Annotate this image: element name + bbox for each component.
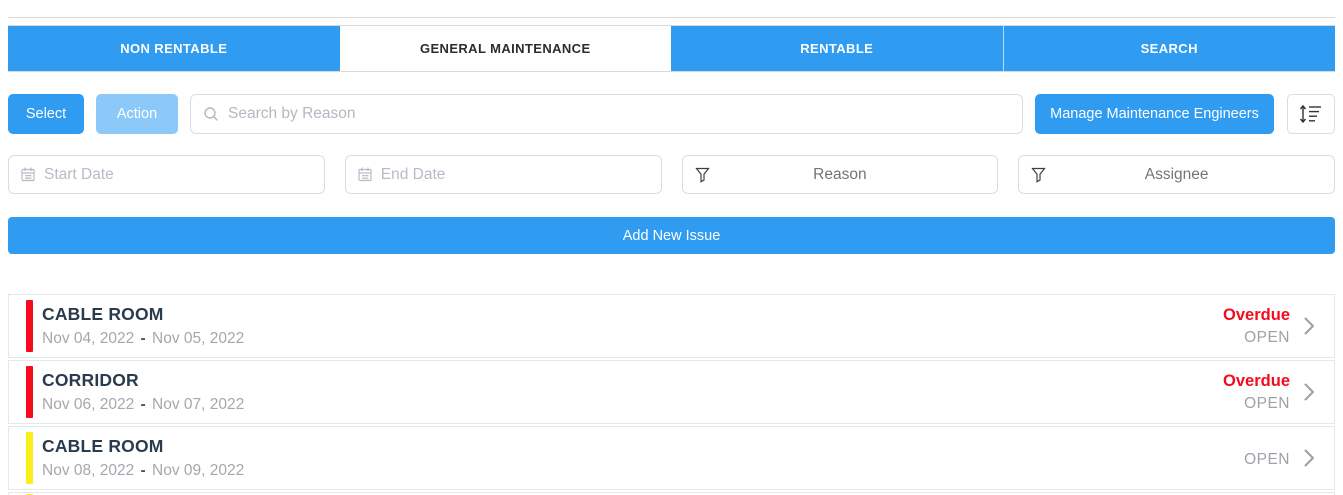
issue-dates: Nov 04, 2022 - Nov 05, 2022 [42, 330, 1223, 348]
assignee-filter[interactable]: Assignee [1018, 155, 1335, 194]
top-divider [8, 17, 1335, 18]
toolbar: Select Action Manage Maintenance Enginee… [8, 94, 1335, 134]
issue-end-date: Nov 07, 2022 [152, 396, 244, 413]
assignee-filter-label: Assignee [1019, 166, 1334, 184]
tab-non-rentable[interactable]: NON RENTABLE [8, 26, 340, 71]
maintenance-page: NON RENTABLE GENERAL MAINTENANCE RENTABL… [0, 17, 1343, 495]
priority-marker [26, 300, 33, 352]
priority-marker [26, 366, 33, 418]
issue-row[interactable]: CORRIDOR Nov 06, 2022 - Nov 07, 2022 Ove… [8, 360, 1335, 424]
issue-status: Overdue OPEN [1223, 361, 1290, 423]
issue-main: CABLE ROOM Nov 04, 2022 - Nov 05, 2022 [42, 295, 1223, 357]
chevron-right-icon[interactable] [1304, 295, 1320, 357]
issue-status: OPEN [1244, 427, 1290, 489]
issue-title: CORRIDOR [42, 370, 1223, 391]
reason-filter[interactable]: Reason [682, 155, 999, 194]
date-separator: - [139, 396, 148, 413]
tab-rentable[interactable]: RENTABLE [671, 26, 1003, 71]
search-box[interactable] [190, 94, 1023, 134]
sort-lines-icon [1299, 103, 1323, 125]
select-button[interactable]: Select [8, 94, 84, 134]
issue-dates: Nov 06, 2022 - Nov 07, 2022 [42, 396, 1223, 414]
sort-button[interactable] [1287, 94, 1335, 134]
start-date-placeholder: Start Date [44, 166, 114, 184]
add-new-issue-button[interactable]: Add New Issue [8, 217, 1335, 254]
issue-row[interactable]: CABLE ROOM Nov 04, 2022 - Nov 05, 2022 O… [8, 294, 1335, 358]
issue-start-date: Nov 04, 2022 [42, 330, 134, 347]
issue-end-date: Nov 09, 2022 [152, 462, 244, 479]
search-input[interactable] [228, 105, 1010, 123]
priority-marker [26, 432, 33, 484]
filter-funnel-icon [1031, 167, 1046, 183]
issue-start-date: Nov 06, 2022 [42, 396, 134, 413]
filter-row: Start Date End Date Reason [8, 155, 1335, 194]
status-badge: OPEN [1244, 451, 1290, 469]
filter-funnel-icon [695, 167, 710, 183]
overdue-label: Overdue [1223, 372, 1290, 391]
issue-main: CORRIDOR Nov 06, 2022 - Nov 07, 2022 [42, 361, 1223, 423]
end-date-placeholder: End Date [381, 166, 446, 184]
search-icon [203, 106, 219, 122]
issue-title: CABLE ROOM [42, 304, 1223, 325]
issue-main: CABLE ROOM Nov 08, 2022 - Nov 09, 2022 [42, 427, 1244, 489]
issue-list: CABLE ROOM Nov 04, 2022 - Nov 05, 2022 O… [8, 294, 1335, 495]
manage-maintenance-engineers-button[interactable]: Manage Maintenance Engineers [1035, 94, 1274, 134]
action-button[interactable]: Action [96, 94, 178, 134]
end-date-field[interactable]: End Date [345, 155, 662, 194]
issue-dates: Nov 08, 2022 - Nov 09, 2022 [42, 462, 1244, 480]
chevron-right-icon[interactable] [1304, 427, 1320, 489]
date-separator: - [139, 330, 148, 347]
calendar-icon [358, 167, 372, 182]
chevron-right-icon[interactable] [1304, 361, 1320, 423]
issue-title: CABLE ROOM [42, 436, 1244, 457]
issue-row[interactable]: CABLE ROOM Nov 08, 2022 - Nov 09, 2022 O… [8, 426, 1335, 490]
status-badge: OPEN [1244, 329, 1290, 347]
issue-start-date: Nov 08, 2022 [42, 462, 134, 479]
issue-end-date: Nov 05, 2022 [152, 330, 244, 347]
reason-filter-label: Reason [683, 166, 998, 184]
tab-bar: NON RENTABLE GENERAL MAINTENANCE RENTABL… [8, 25, 1335, 72]
date-separator: - [139, 462, 148, 479]
tab-general-maintenance[interactable]: GENERAL MAINTENANCE [340, 26, 672, 71]
issue-status: Overdue OPEN [1223, 295, 1290, 357]
calendar-icon [21, 167, 35, 182]
status-badge: OPEN [1244, 395, 1290, 413]
overdue-label: Overdue [1223, 306, 1290, 325]
start-date-field[interactable]: Start Date [8, 155, 325, 194]
tab-search[interactable]: SEARCH [1003, 26, 1336, 71]
